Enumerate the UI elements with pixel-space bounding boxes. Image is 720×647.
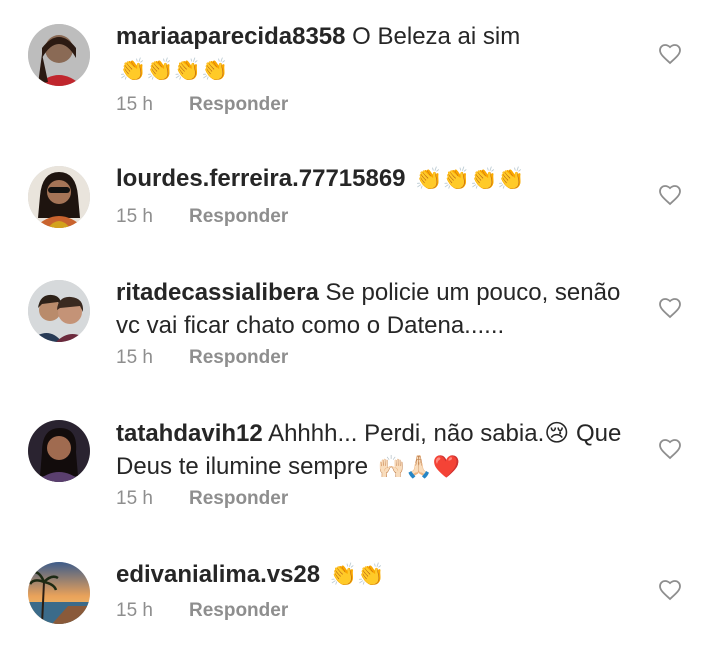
comment-meta: 15 h Responder bbox=[116, 600, 288, 622]
avatar[interactable] bbox=[28, 166, 90, 228]
comment-text: lourdes.ferreira.77715869 👏👏👏👏 bbox=[116, 162, 636, 195]
comment-text: edivanialima.vs28 👏👏 bbox=[116, 558, 636, 591]
comment-emojis: 👏👏👏👏 bbox=[415, 166, 525, 191]
like-heart-icon[interactable] bbox=[658, 437, 682, 461]
like-heart-icon[interactable] bbox=[658, 578, 682, 602]
comment-time: 15 h bbox=[116, 488, 153, 509]
avatar[interactable] bbox=[28, 24, 90, 86]
comment-emojis: 👏👏👏👏 bbox=[119, 57, 229, 82]
comment-emojis: 👏👏 bbox=[329, 562, 385, 587]
comment-username[interactable]: ritadecassialibera bbox=[116, 279, 319, 306]
comment-time: 15 h bbox=[116, 94, 153, 115]
user-avatar-icon bbox=[28, 420, 90, 482]
like-heart-icon[interactable] bbox=[658, 42, 682, 66]
avatar[interactable] bbox=[28, 420, 90, 482]
comment-body: O Beleza ai sim bbox=[352, 23, 521, 50]
comment-meta: 15 h Responder bbox=[116, 488, 288, 510]
comment-text: ritadecassialibera Se policie um pouco, … bbox=[116, 276, 636, 342]
like-heart-icon[interactable] bbox=[658, 296, 682, 320]
comment-text: tatahdavih12 Ahhhh... Perdi, não sabia.😢… bbox=[116, 417, 636, 483]
like-heart-icon[interactable] bbox=[658, 183, 682, 207]
reply-button[interactable]: Responder bbox=[189, 600, 288, 622]
comment-username[interactable]: tatahdavih12 bbox=[116, 420, 263, 447]
reply-button[interactable]: Responder bbox=[189, 488, 288, 510]
comment-time: 15 h bbox=[116, 206, 153, 227]
comment-meta: 15 h Responder bbox=[116, 347, 288, 369]
comment-username[interactable]: lourdes.ferreira.77715869 bbox=[116, 165, 406, 192]
comment-meta: 15 h Responder bbox=[116, 94, 288, 116]
comment-username[interactable]: mariaaparecida8358 bbox=[116, 23, 346, 50]
user-avatar-icon bbox=[28, 280, 90, 342]
comment-time: 15 h bbox=[116, 600, 153, 621]
user-avatar-icon bbox=[28, 166, 90, 228]
avatar[interactable] bbox=[28, 562, 90, 624]
user-avatar-icon bbox=[28, 562, 90, 624]
comment-time: 15 h bbox=[116, 347, 153, 368]
avatar[interactable] bbox=[28, 280, 90, 342]
user-avatar-icon bbox=[28, 24, 90, 86]
comment-emojis: 🙌🏻🙏🏻❤️ bbox=[377, 454, 460, 479]
comment-text: mariaaparecida8358 O Beleza ai sim 👏👏👏👏 bbox=[116, 20, 636, 86]
comment-meta: 15 h Responder bbox=[116, 206, 288, 228]
reply-button[interactable]: Responder bbox=[189, 347, 288, 369]
comment-username[interactable]: edivanialima.vs28 bbox=[116, 561, 320, 588]
reply-button[interactable]: Responder bbox=[189, 206, 288, 228]
reply-button[interactable]: Responder bbox=[189, 94, 288, 116]
